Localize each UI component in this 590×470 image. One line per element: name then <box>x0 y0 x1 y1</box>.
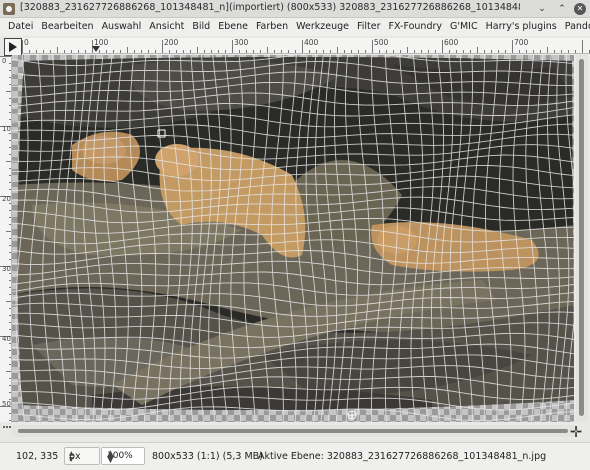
menu-ebene[interactable]: Ebene <box>214 18 252 36</box>
menu-bild[interactable]: Bild <box>188 18 214 36</box>
chevron-updown-icon: ▲ ▼ <box>107 449 114 465</box>
vruler-label: 300 <box>2 265 11 273</box>
quick-mask-toggle[interactable] <box>4 38 22 56</box>
hruler-label: 300 <box>234 38 249 47</box>
menu-gmic[interactable]: G'MIC <box>446 18 482 36</box>
active-layer-info: Aktive Ebene: 320883_231627726886268_101… <box>258 451 547 462</box>
hruler-label: 700 <box>514 38 529 47</box>
layer-boundary-marker <box>3 426 11 434</box>
hruler-label: 400 <box>304 38 319 47</box>
hruler-label: 500 <box>374 38 389 47</box>
window-titlebar[interactable]: [320883_231627726886268_101348481_n](imp… <box>0 0 590 18</box>
hruler-label: 600 <box>444 38 459 47</box>
hruler-label: 200 <box>164 38 179 47</box>
image-size-info: 800x533 (1:1) (5,3 MB) <box>152 451 263 462</box>
menu-bar: Datei Bearbeiten Auswahl Ansicht Bild Ebene Fa… <box>0 18 590 36</box>
menu-filter[interactable]: Filter <box>353 18 385 36</box>
menu-bearbeiten[interactable]: Bearbeiten <box>37 18 97 36</box>
chevron-down-icon[interactable]: ⌄ <box>536 3 548 15</box>
navigate-icon[interactable]: ✛ <box>566 424 586 440</box>
horizontal-ruler[interactable]: 0 100 200 300 400 500 600 700 <box>22 38 590 54</box>
horizontal-scrollbar[interactable] <box>12 425 574 437</box>
pointer-marker-icon <box>92 46 100 52</box>
vertical-scrollbar-thumb[interactable] <box>579 59 584 416</box>
vertical-ruler[interactable]: 0 100 200 300 400 500 <box>0 56 12 422</box>
vruler-label: 400 <box>2 335 11 343</box>
window-title: [320883_231627726886268_101348481_n](imp… <box>20 2 520 13</box>
horizontal-scrollbar-thumb[interactable] <box>18 429 568 433</box>
hruler-label: 0 <box>24 38 29 47</box>
zoom-select[interactable]: 100% ▲ ▼ <box>101 447 145 465</box>
vruler-label: 200 <box>2 195 11 203</box>
close-icon[interactable]: ✕ <box>574 3 586 15</box>
vruler-label: 0 <box>2 57 7 65</box>
vertical-scrollbar[interactable] <box>576 55 588 422</box>
menu-pandora[interactable]: Pandora <box>561 18 590 36</box>
vruler-label: 500 <box>2 400 11 408</box>
menu-werkzeuge[interactable]: Werkzeuge <box>292 18 353 36</box>
chevron-updown-icon: ▲ ▼ <box>69 450 74 463</box>
menu-fx-foundry[interactable]: FX-Foundry <box>385 18 446 36</box>
vruler-label: 100 <box>2 125 11 133</box>
pointer-coordinates: 102, 335 <box>16 451 59 462</box>
menu-datei[interactable]: Datei <box>0 18 37 36</box>
lion-photo-warped <box>12 55 574 422</box>
unit-select[interactable]: px ▲ ▼ <box>64 447 100 465</box>
menu-harrys-plugins[interactable]: Harry's plugins <box>482 18 561 36</box>
image-canvas[interactable] <box>12 55 574 422</box>
menu-ansicht[interactable]: Ansicht <box>145 18 188 36</box>
menu-auswahl[interactable]: Auswahl <box>98 18 146 36</box>
status-bar: 102, 335 px ▲ ▼ 100% ▲ ▼ 800x533 (1:1) (5,… <box>0 442 590 470</box>
maximize-icon[interactable]: ⌃ <box>556 3 568 15</box>
menu-farben[interactable]: Farben <box>252 18 292 36</box>
gimp-app-icon <box>3 3 15 15</box>
